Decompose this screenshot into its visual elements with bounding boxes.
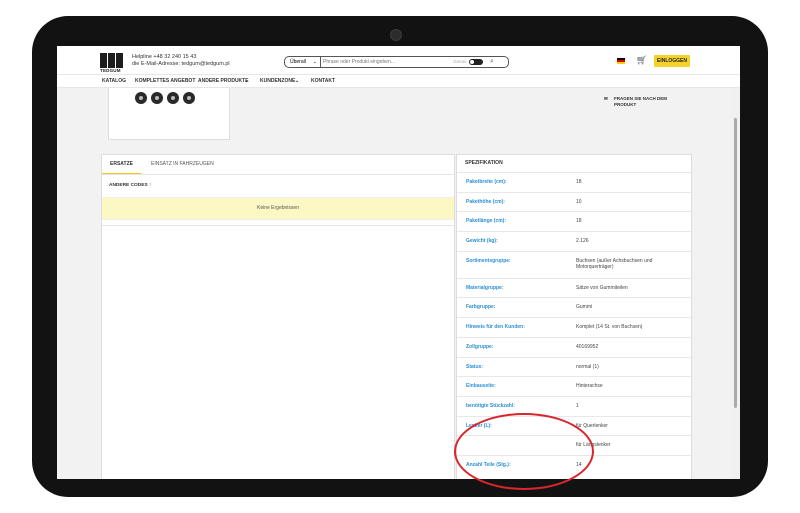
main-nav: KATALOG KOMPLETTES ANGEBOT ANDERE PRODUK… xyxy=(57,75,740,88)
spec-key: Status: xyxy=(466,363,483,370)
search-bar: Überall ⌄ Phrase oder Produkt eingeben...… xyxy=(284,56,509,68)
site-header: TEDGUM Helpline +48 32 240 15 43 die E-M… xyxy=(57,46,740,75)
other-codes-label: ANDERE CODES xyxy=(109,183,148,188)
ask-about-product-link[interactable]: FRAGEN SIE NACH DEM PRODUKT xyxy=(614,96,684,108)
spec-row: benötigte Stückzahl: 1 xyxy=(457,395,691,416)
spec-value: 10 xyxy=(576,198,582,205)
search-scope-select[interactable]: Überall ⌄ xyxy=(285,57,321,67)
specification-title: SPEZIFIKATION xyxy=(465,160,503,166)
spec-key: benötigte Stückzahl: xyxy=(466,402,515,409)
tab-ersatze[interactable]: ERSATZE xyxy=(102,155,141,175)
spec-key: Paketlänge (cm): xyxy=(466,218,507,225)
helpline-info: Helpline +48 32 240 15 43 die E-Mail-Adr… xyxy=(132,54,230,68)
chevron-down-icon: ⌄ xyxy=(295,78,300,84)
highlight-circle-annotation xyxy=(454,413,594,490)
sort-icon[interactable]: ↑ xyxy=(149,183,151,188)
exact-toggle-label: Genau xyxy=(453,59,467,64)
spec-row: Hinweis für den Kunden: Komplet (14 St. v… xyxy=(457,317,691,337)
envelope-icon: ✉ xyxy=(604,96,608,101)
spec-key: Farbgruppe: xyxy=(466,304,496,311)
spec-value: normal (1) xyxy=(576,363,599,370)
tedgum-logo[interactable]: TEDGUM xyxy=(100,53,124,73)
replacements-panel: ERSATZE EINSATZ IN FAHRZEUGEN ANDERE COD… xyxy=(101,154,455,479)
product-image[interactable] xyxy=(108,88,230,140)
spec-value: 18 xyxy=(576,179,582,185)
spec-value: 2.126 xyxy=(576,238,589,245)
spec-row: Paketlänge (cm): 18 xyxy=(457,211,691,231)
nav-item-kontakt[interactable]: KONTAKT xyxy=(311,75,335,87)
spec-row: Paketbreite (cm): 18 xyxy=(457,172,691,192)
spec-value: Gummi xyxy=(576,304,593,311)
nav-item-katalog[interactable]: KATALOG xyxy=(102,75,126,87)
nav-item-komplettes-angebot[interactable]: KOMPLETTES ANGEBOT xyxy=(135,75,195,87)
spec-row: Status: normal (1) xyxy=(457,356,691,377)
tab-einsatz-in-fahrzeugen[interactable]: EINSATZ IN FAHRZEUGEN xyxy=(151,155,214,173)
spec-value: Hinterachse xyxy=(576,383,603,390)
helpline-phone: Helpline +48 32 240 15 43 xyxy=(132,54,197,60)
spec-key: Paketbreite (cm): xyxy=(466,179,507,185)
spec-row: Gewicht (kg): 2.126 xyxy=(457,231,691,251)
other-codes-heading: ANDERE CODES ↑ xyxy=(109,183,151,188)
screen: TEDGUM Helpline +48 32 240 15 43 die E-M… xyxy=(57,46,740,479)
spec-key: Einbauseite: xyxy=(466,383,496,390)
spec-key: Zollgruppe: xyxy=(466,343,494,350)
login-button[interactable]: EINLOGGEN xyxy=(654,55,690,67)
spec-row: Einbauseite: Hinterachse xyxy=(457,376,691,396)
spec-key: Materialgruppe: xyxy=(466,284,504,291)
tab-divider xyxy=(102,174,454,175)
de-flag-icon[interactable] xyxy=(617,58,625,64)
spec-row: Farbgruppe: Gummi xyxy=(457,297,691,317)
search-scope-value: Überall xyxy=(290,59,306,65)
nav-item-kundenzone[interactable]: KUNDENZONE xyxy=(260,75,295,87)
page-scrollbar[interactable] xyxy=(732,88,740,479)
spec-row: Sortimentsgruppe: Buchsen (außer Achsbuch… xyxy=(457,250,691,278)
spec-key: Gewicht (kg): xyxy=(466,238,498,245)
scrollbar-thumb[interactable] xyxy=(734,118,737,408)
spec-key: Sortimentsgruppe: xyxy=(466,257,511,264)
search-input[interactable]: Phrase oder Produkt eingeben... xyxy=(323,57,443,67)
spec-value: Komplet (14 St. von Buchsen) xyxy=(576,324,643,331)
logo-text: TEDGUM xyxy=(100,68,121,73)
spec-value: Buchsen (außer Achsbuchsen und Motorquer… xyxy=(576,257,653,271)
spec-value: 40169952 xyxy=(576,343,599,350)
no-results-message: Keine Ergebnissen xyxy=(102,197,454,220)
spec-row: Pakethöhe (cm): 10 xyxy=(457,191,691,212)
search-icon[interactable]: ⌕ xyxy=(490,57,494,67)
spec-key: Pakethöhe (cm): xyxy=(466,198,505,205)
nav-item-andere-produkte[interactable]: ANDERE PRODUKTE xyxy=(198,75,249,87)
spec-value: 1 xyxy=(576,402,579,409)
exact-toggle[interactable] xyxy=(469,59,483,65)
divider xyxy=(102,225,454,226)
cart-icon[interactable]: 🛒︎ xyxy=(636,55,647,66)
spec-value: für Querlenker xyxy=(576,422,608,429)
spec-row: Materialgruppe: Sätze von Gummiteilen xyxy=(457,277,691,298)
chevron-down-icon: ⌄ xyxy=(244,78,249,84)
spec-key: Hinweis für den Kunden: xyxy=(466,324,525,331)
camera-icon xyxy=(390,29,402,41)
helpline-email: die E-Mail-Adresse: tedgum@tedgum.pl xyxy=(132,61,230,67)
spec-value: Sätze von Gummiteilen xyxy=(576,284,628,291)
chevron-down-icon: ⌄ xyxy=(312,59,317,65)
spec-value: 18 xyxy=(576,218,582,225)
spec-value: 14 xyxy=(576,461,582,468)
spec-row: Zollgruppe: 40169952 xyxy=(457,336,691,357)
